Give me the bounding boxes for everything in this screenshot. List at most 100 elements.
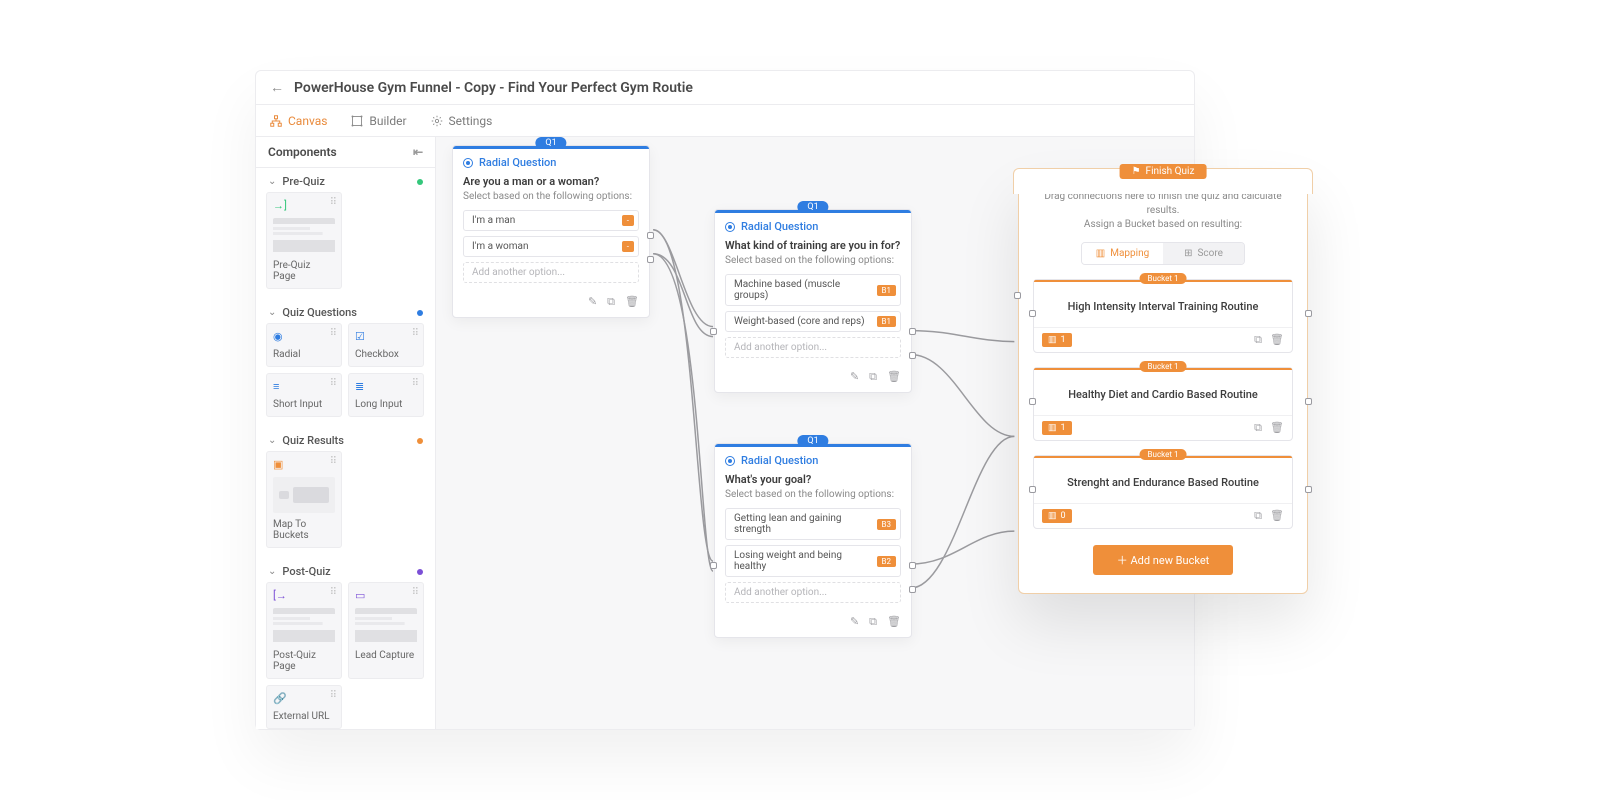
input-port[interactable] xyxy=(710,562,717,569)
option-row[interactable]: Machine based (muscle groups)B1 xyxy=(725,274,901,306)
option-row[interactable]: I'm a woman- xyxy=(463,236,639,257)
bucket-count: ▥0 xyxy=(1042,509,1072,523)
radial-icon xyxy=(463,158,473,168)
section-prequiz[interactable]: ⌄Pre-Quiz xyxy=(256,168,435,192)
trash-icon[interactable]: 🗑 xyxy=(1270,509,1284,523)
component-long-input[interactable]: ≣⠿Long Input xyxy=(348,373,424,417)
tab-settings[interactable]: Settings xyxy=(431,114,493,128)
seg-mapping[interactable]: ▥Mapping xyxy=(1082,243,1163,264)
option-row[interactable]: Weight-based (core and reps)B1 xyxy=(725,311,901,332)
output-port[interactable] xyxy=(909,586,916,593)
section-results[interactable]: ⌄Quiz Results xyxy=(256,427,435,451)
drag-icon: ⠿ xyxy=(330,197,337,208)
result-mode-segmented[interactable]: ▥Mapping ⊞Score xyxy=(1081,242,1245,265)
bucket-tag: Bucket 1 xyxy=(1140,273,1187,284)
node-question: What's your goal? xyxy=(725,473,901,486)
canvas-node-q1[interactable]: Q1 Radial Question Are you a man or a wo… xyxy=(452,145,650,318)
output-port[interactable] xyxy=(1305,398,1312,405)
component-lead-capture[interactable]: ▭⠿Lead Capture xyxy=(348,582,424,679)
trash-icon[interactable]: 🗑 xyxy=(1270,333,1284,347)
input-port[interactable] xyxy=(710,328,717,335)
component-short-input[interactable]: ≡⠿Short Input xyxy=(266,373,342,417)
bucket-card[interactable]: Bucket 1 Strenght and Endurance Based Ro… xyxy=(1033,455,1293,529)
node-question: What kind of training are you in for? xyxy=(725,239,901,252)
gear-icon xyxy=(431,115,443,127)
component-postquiz-page[interactable]: [→⠿Post-Quiz Page xyxy=(266,582,342,679)
bucket-tag: Bucket 1 xyxy=(1140,361,1187,372)
tab-builder[interactable]: Builder xyxy=(351,114,406,128)
frame-icon xyxy=(351,115,363,127)
trash-icon[interactable]: 🗑 xyxy=(1270,421,1284,435)
tab-builder-label: Builder xyxy=(369,114,406,128)
finish-quiz-panel[interactable]: ⚑Finish Quiz Drag connections here to fi… xyxy=(1018,171,1308,594)
radial-icon xyxy=(725,456,735,466)
node-tag: Q1 xyxy=(797,435,828,447)
option-row[interactable]: I'm a man- xyxy=(463,210,639,231)
output-port[interactable] xyxy=(1305,310,1312,317)
copy-icon[interactable]: ⧉ xyxy=(869,370,877,384)
bucket-count: ▥1 xyxy=(1042,333,1072,347)
component-prequiz-page[interactable]: →]⠿Pre-Quiz Page xyxy=(266,192,342,289)
bucket-title: Healthy Diet and Cardio Based Routine xyxy=(1034,368,1292,415)
flag-icon: ⚑ xyxy=(1132,166,1141,177)
back-arrow-icon[interactable]: ← xyxy=(270,79,284,96)
trash-icon[interactable]: 🗑 xyxy=(625,295,639,309)
seg-score[interactable]: ⊞Score xyxy=(1163,243,1244,264)
add-bucket-button[interactable]: ＋ Add new Bucket xyxy=(1093,545,1233,575)
output-port[interactable] xyxy=(909,328,916,335)
component-map-to-buckets[interactable]: ▣⠿Map To Buckets xyxy=(266,451,342,548)
sitemap-icon xyxy=(270,115,282,127)
bucket-card[interactable]: Bucket 1 High Intensity Interval Trainin… xyxy=(1033,279,1293,353)
input-port[interactable] xyxy=(1029,310,1036,317)
output-port[interactable] xyxy=(647,232,654,239)
edit-icon[interactable]: ✎ xyxy=(588,295,597,309)
bucket-count: ▥1 xyxy=(1042,421,1072,435)
option-row[interactable]: Getting lean and gaining strengthB3 xyxy=(725,508,901,540)
trash-icon[interactable]: 🗑 xyxy=(887,615,901,629)
input-port[interactable] xyxy=(1014,292,1021,299)
input-port[interactable] xyxy=(1029,486,1036,493)
tab-canvas-label: Canvas xyxy=(288,114,327,128)
bucket-title: High Intensity Interval Training Routine xyxy=(1034,280,1292,327)
output-port[interactable] xyxy=(647,256,654,263)
copy-icon[interactable]: ⧉ xyxy=(1254,421,1262,435)
input-port[interactable] xyxy=(1029,398,1036,405)
collapse-sidebar-icon[interactable]: ⇤ xyxy=(413,145,423,159)
component-external-url[interactable]: 🔗⠿External URL xyxy=(266,685,342,729)
section-questions[interactable]: ⌄Quiz Questions xyxy=(256,299,435,323)
tab-settings-label: Settings xyxy=(449,114,493,128)
bucket-card[interactable]: Bucket 1 Healthy Diet and Cardio Based R… xyxy=(1033,367,1293,441)
edit-icon[interactable]: ✎ xyxy=(850,615,859,629)
canvas-node-q3[interactable]: Q1 Radial Question What's your goal? Sel… xyxy=(714,443,912,638)
sidebar-title: Components xyxy=(268,145,337,159)
output-port[interactable] xyxy=(909,562,916,569)
copy-icon[interactable]: ⧉ xyxy=(1254,333,1262,347)
option-row[interactable]: Losing weight and being healthyB2 xyxy=(725,545,901,577)
node-tag: Q1 xyxy=(535,137,566,149)
edit-icon[interactable]: ✎ xyxy=(850,370,859,384)
add-option[interactable]: Add another option... xyxy=(725,582,901,603)
bucket-tag: Bucket 1 xyxy=(1140,449,1187,460)
bucket-title: Strenght and Endurance Based Routine xyxy=(1034,456,1292,503)
output-port[interactable] xyxy=(909,352,916,359)
copy-icon[interactable]: ⧉ xyxy=(1254,509,1262,523)
add-option[interactable]: Add another option... xyxy=(463,262,639,283)
node-tag: Q1 xyxy=(797,201,828,213)
finish-help: Drag connections here to finish the quiz… xyxy=(1033,190,1293,232)
component-checkbox[interactable]: ☑⠿Checkbox xyxy=(348,323,424,367)
map-icon: ▥ xyxy=(1096,248,1105,259)
tab-canvas[interactable]: Canvas xyxy=(270,114,327,128)
section-postquiz[interactable]: ⌄Post-Quiz xyxy=(256,558,435,582)
add-option[interactable]: Add another option... xyxy=(725,337,901,358)
copy-icon[interactable]: ⧉ xyxy=(869,615,877,629)
output-port[interactable] xyxy=(1305,486,1312,493)
node-question: Are you a man or a woman? xyxy=(463,175,639,188)
component-radial[interactable]: ◉⠿Radial xyxy=(266,323,342,367)
copy-icon[interactable]: ⧉ xyxy=(607,295,615,309)
page-title: PowerHouse Gym Funnel - Copy - Find Your… xyxy=(294,80,693,96)
radial-icon xyxy=(725,222,735,232)
trash-icon[interactable]: 🗑 xyxy=(887,370,901,384)
canvas-node-q2[interactable]: Q1 Radial Question What kind of training… xyxy=(714,209,912,393)
score-icon: ⊞ xyxy=(1184,248,1192,259)
components-sidebar: Components ⇤ ⌄Pre-Quiz →]⠿Pre-Quiz Page … xyxy=(256,137,436,729)
